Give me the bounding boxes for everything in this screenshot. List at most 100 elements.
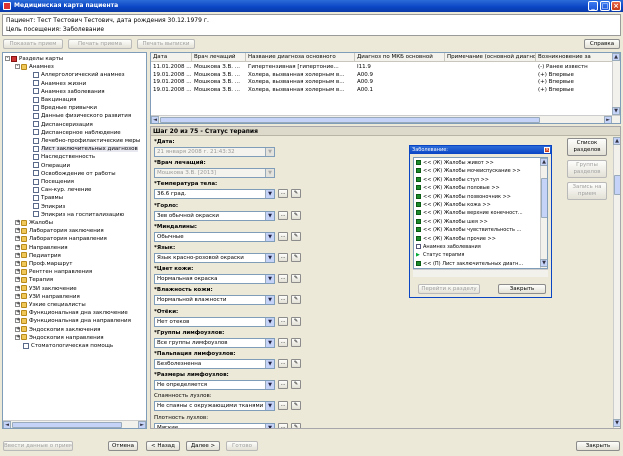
tree-node[interactable]: Диспансеризация <box>25 121 93 129</box>
field-select[interactable]: Все группы лимфоузлов ▼ <box>154 337 275 348</box>
clear-field-button[interactable]: ✎ <box>291 274 301 284</box>
field-select[interactable]: Нормальной влажности ▼ <box>154 295 275 306</box>
grid-cell[interactable]: 19.01.2008 ... <box>151 86 192 94</box>
ellipsis-button[interactable]: ... <box>278 274 288 284</box>
tree-node[interactable]: Травмы <box>25 194 63 202</box>
ellipsis-button[interactable]: ... <box>278 253 288 262</box>
help-button[interactable]: Справка <box>584 39 620 49</box>
field-select[interactable]: Мошкова З.В. [2013] ▼ <box>154 168 275 179</box>
popup-close-icon[interactable]: × <box>544 147 550 153</box>
tree-node[interactable]: Эпикриз <box>25 203 65 211</box>
field-select[interactable]: Безболезненна ▼ <box>154 359 275 369</box>
grid-cell[interactable]: (+) Впервые <box>536 86 620 94</box>
tree-node[interactable]: Сан-кур. лечение <box>25 186 91 194</box>
scroll-thumb[interactable] <box>614 175 620 195</box>
scroll-thumb[interactable] <box>160 117 540 123</box>
popup-list-item[interactable]: << (Ж) Жалобы шея >> <box>416 218 488 226</box>
tree-node[interactable]: + УЗИ направления <box>15 293 80 301</box>
scroll-up-icon[interactable]: ▲ <box>540 158 547 166</box>
popup-list-item[interactable]: << (Ж) Жалобы половые >> <box>416 184 500 192</box>
tree-node[interactable]: Данные физического развития <box>25 112 131 120</box>
clear-field-button[interactable]: ✎ <box>291 401 301 411</box>
done-button[interactable]: Готово <box>226 441 258 451</box>
tree-node[interactable]: + Педиатрия <box>15 252 61 260</box>
grid-column-header[interactable]: Диагноз по МКБ основной <box>355 53 445 62</box>
clear-field-button[interactable]: ✎ <box>291 295 301 305</box>
grid-column-header[interactable]: Примечание (основной диагноз) <box>445 53 536 62</box>
popup-list-item[interactable]: ▶ Статус терапия <box>416 251 464 259</box>
expand-icon[interactable]: + <box>15 269 20 275</box>
scroll-down-icon[interactable]: ▼ <box>540 259 547 267</box>
dropdown-arrow-icon[interactable]: ▼ <box>265 169 274 178</box>
expand-icon[interactable]: + <box>15 261 20 266</box>
expand-icon[interactable]: + <box>15 293 20 299</box>
close-icon[interactable]: × <box>611 1 621 11</box>
ellipsis-button[interactable]: ... <box>278 359 288 368</box>
clear-field-button[interactable]: ✎ <box>291 189 301 199</box>
field-select[interactable]: Язык красно-розовой окраски ▼ <box>154 253 275 263</box>
close-button[interactable]: Закрыть <box>576 441 620 451</box>
clear-field-button[interactable]: ✎ <box>291 316 301 326</box>
tree-node[interactable]: Освобождение от работы <box>25 170 116 178</box>
collapse-icon[interactable]: - <box>15 64 20 70</box>
clear-field-button[interactable]: ✎ <box>291 253 301 262</box>
print-extract-button[interactable]: Печать выписки <box>137 39 195 49</box>
ellipsis-button[interactable]: ... <box>278 380 288 390</box>
cancel-button[interactable]: Отмена <box>108 441 138 451</box>
tree-node[interactable]: + Функциональная дна заключение <box>15 309 128 317</box>
grid-cell[interactable]: Мошкова З.В. ... <box>192 86 246 94</box>
field-select[interactable]: 36.6 град. ▼ <box>154 189 275 200</box>
enter-visit-data-button[interactable]: Ввести данные о приеме <box>3 441 73 451</box>
print-visit-button[interactable]: Печать приема <box>68 39 132 49</box>
diagnoses-grid[interactable]: Дата Врач лечащий Название диагноза основн… <box>150 52 621 124</box>
dropdown-arrow-icon[interactable]: ▼ <box>265 148 274 156</box>
maximize-icon[interactable]: □ <box>600 1 610 11</box>
ellipsis-button[interactable]: ... <box>278 316 288 326</box>
popup-hscrollbar[interactable] <box>413 269 548 277</box>
tree-node[interactable]: + УЗИ заключение <box>15 285 77 293</box>
scroll-right-icon[interactable]: ► <box>604 116 612 123</box>
scroll-thumb[interactable] <box>12 422 122 428</box>
dropdown-arrow-icon[interactable]: ▼ <box>265 296 274 305</box>
minimize-icon[interactable]: _ <box>588 1 598 11</box>
popup-list-item[interactable]: << (Ж) Жалобы прочие >> <box>416 235 496 243</box>
grid-cell[interactable]: A00.1 <box>355 86 445 94</box>
popup-list-item[interactable]: << (Ж) Жалобы кожа >> <box>416 201 491 209</box>
ellipsis-button[interactable]: ... <box>278 231 288 241</box>
tree-node[interactable]: Стоматологическая помощь <box>15 342 113 350</box>
tree-node[interactable]: + Функциональная дна направления <box>15 317 131 325</box>
window-title-bar[interactable]: Медицинская карта пациента _ □ × <box>0 0 623 12</box>
tree-hscrollbar[interactable]: ◄ ► <box>3 420 146 428</box>
tree-node[interactable]: Вакцинация <box>25 96 76 104</box>
clear-field-button[interactable]: ✎ <box>291 337 301 347</box>
dropdown-arrow-icon[interactable]: ▼ <box>265 275 274 284</box>
expand-icon[interactable]: + <box>15 318 20 324</box>
dropdown-arrow-icon[interactable]: ▼ <box>265 254 274 262</box>
tree-node[interactable]: - Разделы карты <box>5 55 63 63</box>
scroll-up-icon[interactable]: ▲ <box>613 137 620 145</box>
tree-node[interactable]: Аллергологический анамнез <box>25 71 125 79</box>
field-select[interactable]: Мягкие ▼ <box>154 422 275 428</box>
dropdown-arrow-icon[interactable]: ▼ <box>265 402 274 411</box>
expand-icon[interactable]: + <box>15 244 20 250</box>
ellipsis-button[interactable]: ... <box>278 422 288 428</box>
scroll-left-icon[interactable]: ◄ <box>3 421 11 428</box>
popup-title-bar[interactable]: Заболевание: × <box>410 146 551 154</box>
field-select[interactable]: Зев обычной окраски ▼ <box>154 210 275 221</box>
dropdown-arrow-icon[interactable]: ▼ <box>265 211 274 220</box>
grid-column-header[interactable]: Возникновение за <box>536 53 620 62</box>
record-visit-button[interactable]: Запись на прием <box>567 182 607 200</box>
expand-icon[interactable]: + <box>15 334 20 340</box>
field-select[interactable]: Не определяется ▼ <box>154 380 275 391</box>
popup-list-item[interactable]: << (Ж) Жалобы позвоночник >> <box>416 193 511 201</box>
clear-field-button[interactable]: ✎ <box>291 210 301 220</box>
tree-node[interactable]: + Рентген направления <box>15 268 92 276</box>
popup-scrollbar[interactable]: ▲ ▼ <box>540 158 547 268</box>
expand-icon[interactable]: + <box>15 326 20 332</box>
dropdown-arrow-icon[interactable]: ▼ <box>265 381 274 390</box>
section-groups-button[interactable]: Группы разделов <box>567 160 607 178</box>
popup-list-item[interactable]: << (Ж) Жалобы живот >> <box>416 159 494 167</box>
tree-node[interactable]: Диспансерное наблюдение <box>25 129 121 137</box>
tree-node[interactable]: + Терапия <box>15 276 53 284</box>
tree-node[interactable]: + Направления <box>15 244 68 252</box>
